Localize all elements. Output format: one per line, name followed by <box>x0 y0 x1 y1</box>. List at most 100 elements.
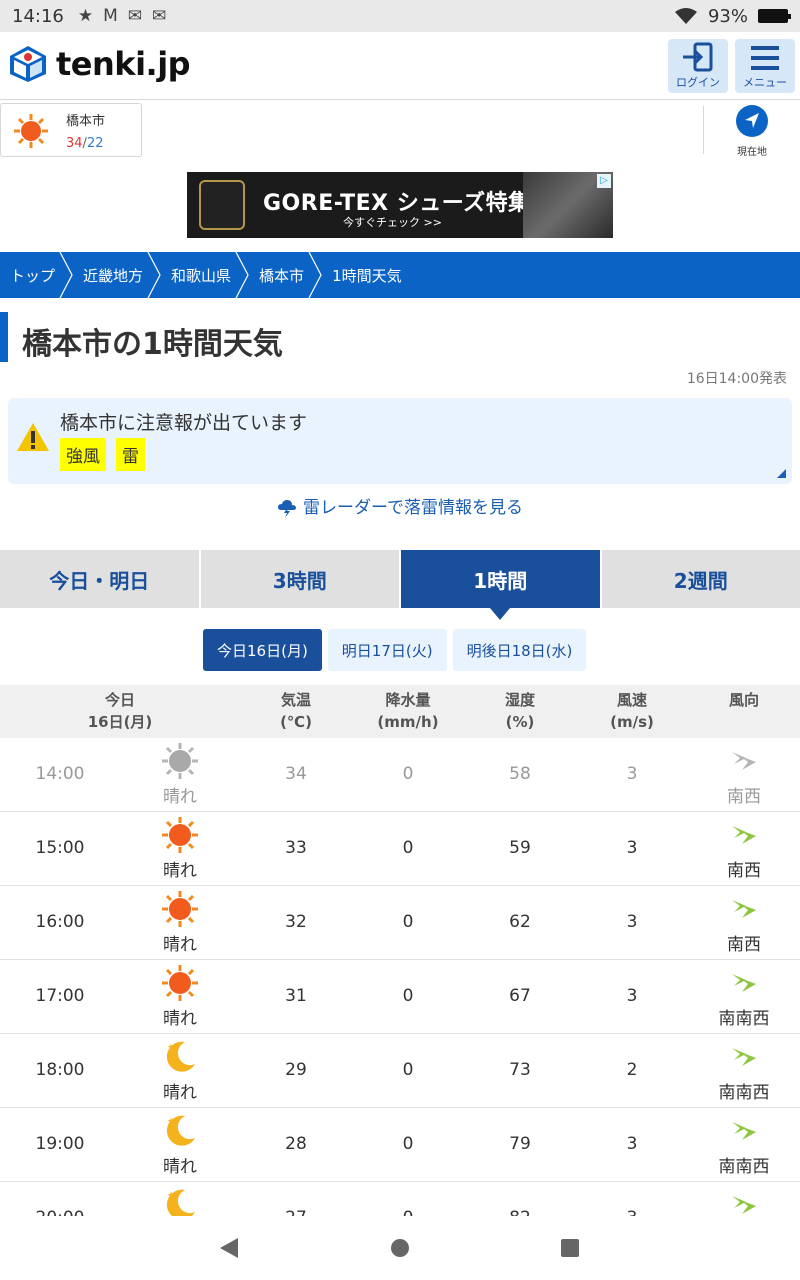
battery-icon <box>758 9 791 23</box>
moon-icon: ★ <box>150 1112 210 1150</box>
title-accent-bar <box>0 312 8 362</box>
cell-weather: 晴れ <box>163 861 197 881</box>
cell-precip: 0 <box>402 838 414 858</box>
day-tab-day-after[interactable]: 明後日18日(水) <box>452 629 587 671</box>
thunder-radar-link[interactable]: 雷レーダーで落雷情報を見る <box>0 493 800 518</box>
recents-icon[interactable] <box>560 1238 580 1258</box>
current-location-label: 現在地 <box>737 147 767 158</box>
cell-weather: 晴れ <box>163 1083 197 1103</box>
breadcrumb: トップ 近畿地方 和歌山県 橋本市 1時間天気 <box>0 252 800 298</box>
header-wind-direction: 風向 <box>728 691 759 709</box>
high-temp: 34 <box>66 136 83 151</box>
back-icon[interactable] <box>218 1237 240 1259</box>
warning-icon <box>17 423 49 451</box>
published-time: 16日14:00発表 <box>686 371 787 387</box>
wind-arrow-icon <box>728 822 760 846</box>
gore-tex-badge-icon <box>199 180 245 230</box>
wind-arrow-icon <box>728 970 760 994</box>
menu-icon <box>751 46 779 70</box>
status-time: 14:16 <box>12 5 64 27</box>
wind-arrow-icon <box>728 1044 760 1068</box>
mail-icon: ✉ <box>127 6 143 26</box>
thunder-cloud-icon <box>278 500 296 518</box>
cell-humidity: 58 <box>509 764 531 784</box>
login-icon <box>683 42 713 72</box>
cell-precip: 0 <box>402 986 414 1006</box>
chevron-right-icon <box>235 252 249 298</box>
status-bar: 14:16 ★ M ✉ ✉ 93% <box>0 0 800 32</box>
svg-text:★: ★ <box>167 1117 175 1127</box>
cell-temp: 34 <box>285 764 307 784</box>
current-location-button[interactable]: 現在地 <box>718 104 786 158</box>
wifi-icon <box>674 8 697 24</box>
chevron-right-icon <box>59 252 73 298</box>
cell-temp: 32 <box>285 912 307 932</box>
cell-wind-speed: 3 <box>626 764 638 784</box>
cell-weather: 晴れ <box>163 787 197 807</box>
chevron-right-icon <box>147 252 161 298</box>
home-icon[interactable] <box>390 1238 410 1258</box>
cell-wind-direction: 南南西 <box>718 1009 770 1029</box>
expand-corner-icon <box>777 469 786 478</box>
breadcrumb-top[interactable]: トップ <box>0 252 73 298</box>
android-nav-bar <box>0 1216 800 1280</box>
location-card[interactable]: 橋本市 34/22 <box>0 103 142 157</box>
header-temp: 気温 (℃) <box>280 691 312 731</box>
svg-text:★: ★ <box>167 1191 175 1201</box>
moon-icon: ★ <box>150 1038 210 1076</box>
breadcrumb-hashimoto[interactable]: 橋本市 <box>249 252 322 298</box>
table-row: 17:00 晴れ 31 0 67 3 南南西 <box>0 960 800 1034</box>
sun-icon <box>150 816 210 854</box>
menu-button[interactable]: メニュー <box>735 39 795 93</box>
divider <box>703 106 704 154</box>
header-humidity: 湿度 (%) <box>504 691 535 731</box>
cell-humidity: 73 <box>509 1060 531 1080</box>
warning-box[interactable]: 橋本市に注意報が出ています 強風 雷 <box>8 398 792 484</box>
table-header: 今日 16日(月) 気温 (℃) 降水量 (mm/h) 湿度 (%) 風速 (m/s) 風… <box>0 685 800 738</box>
cell-weather: 晴れ <box>163 1157 197 1177</box>
svg-text:★: ★ <box>167 1043 175 1053</box>
cell-wind-direction: 南西 <box>727 861 761 881</box>
tab-today-tomorrow[interactable]: 今日・明日 <box>0 550 199 608</box>
table-row: 16:00 晴れ 32 0 62 3 南西 <box>0 886 800 960</box>
sun-icon <box>150 890 210 928</box>
cell-temp: 31 <box>285 986 307 1006</box>
cell-temp: 28 <box>285 1134 307 1154</box>
cell-precip: 0 <box>402 764 414 784</box>
gmail-icon: M <box>103 6 118 26</box>
low-temp: 22 <box>86 136 104 151</box>
ad-banner[interactable]: GORE-TEX シューズ特集 今すぐチェック >> ▷ <box>187 172 613 238</box>
login-button[interactable]: ログイン <box>668 39 728 93</box>
moon-icon: ★ <box>150 1186 210 1216</box>
cell-wind-direction: 南南西 <box>718 1157 770 1177</box>
table-row: 15:00 晴れ 33 0 59 3 南西 <box>0 812 800 886</box>
table-row: 14:00 晴れ 34 0 58 3 南西 <box>0 738 800 812</box>
location-row: 橋本市 34/22 現在地 <box>0 100 800 160</box>
breadcrumb-wakayama[interactable]: 和歌山県 <box>161 252 249 298</box>
cell-wind-speed: 3 <box>626 838 638 858</box>
cell-humidity: 59 <box>509 838 531 858</box>
tab-2week[interactable]: 2週間 <box>601 550 800 608</box>
cell-wind-speed: 3 <box>626 1134 638 1154</box>
cell-time: 14:00 <box>35 764 85 784</box>
tab-3hour[interactable]: 3時間 <box>200 550 399 608</box>
breadcrumb-kinki[interactable]: 近畿地方 <box>73 252 161 298</box>
cell-humidity: 62 <box>509 912 531 932</box>
radar-link-label: 雷レーダーで落雷情報を見る <box>303 498 523 518</box>
tab-1hour[interactable]: 1時間 <box>401 550 600 620</box>
day-tabs: 今日16日(月) 明日17日(火) 明後日18日(水) <box>203 629 587 671</box>
cell-time: 15:00 <box>35 838 85 858</box>
adchoices-icon[interactable]: ▷ <box>597 174 611 188</box>
day-tab-tomorrow[interactable]: 明日17日(火) <box>327 629 447 671</box>
site-logo[interactable]: tenki.jp <box>8 44 191 84</box>
mail-icon-2: ✉ <box>152 6 167 26</box>
location-temps: 34/22 <box>66 136 104 151</box>
header-precip: 降水量 (mm/h) <box>377 691 439 731</box>
cell-time: 19:00 <box>35 1134 85 1154</box>
cell-wind-direction: 南南西 <box>718 1083 770 1103</box>
logo-text: tenki.jp <box>56 45 191 83</box>
ad-title: GORE-TEX シューズ特集 <box>263 191 531 216</box>
cell-weather: 晴れ <box>163 935 197 955</box>
cell-humidity: 82 <box>480 1208 560 1216</box>
day-tab-today[interactable]: 今日16日(月) <box>203 629 322 671</box>
